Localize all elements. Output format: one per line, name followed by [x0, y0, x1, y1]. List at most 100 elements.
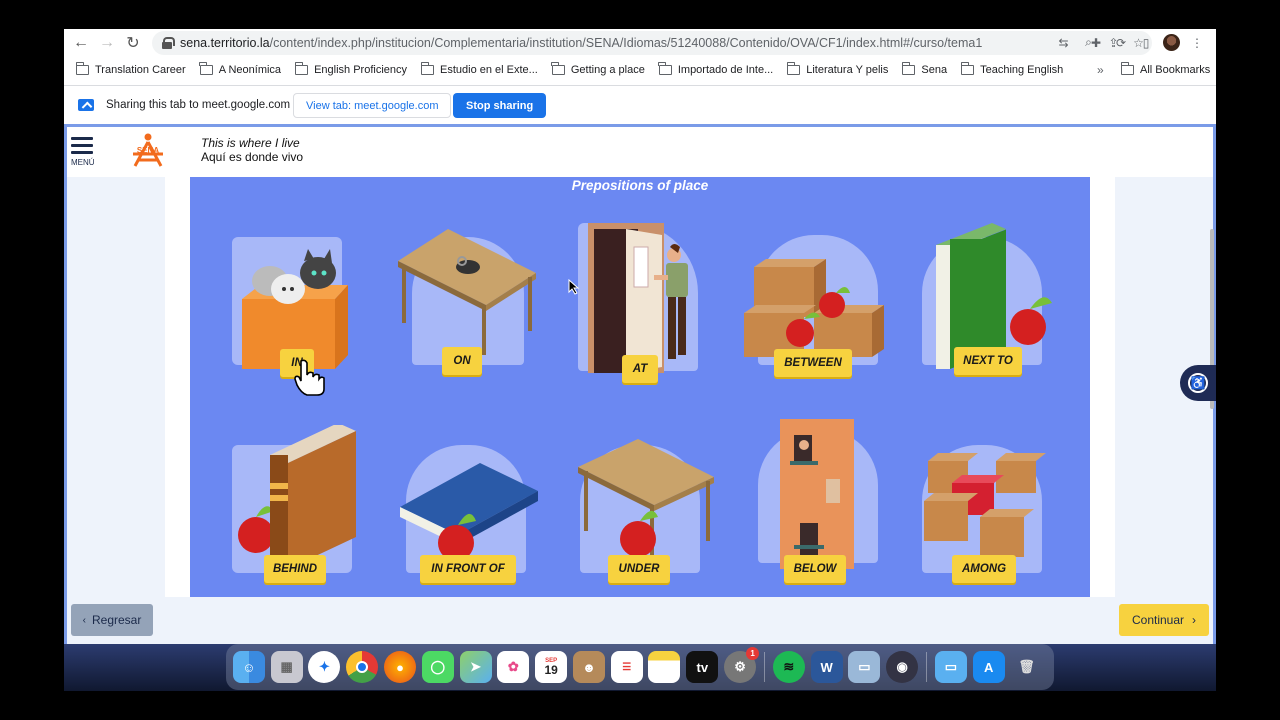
- chrome-icon[interactable]: [346, 651, 379, 683]
- apple-tv-icon[interactable]: tv: [686, 651, 719, 683]
- sharing-status-text: Sharing this tab to meet.google.com: [106, 98, 291, 111]
- browser-toolbar: ← → ↻ sena.territorio.la/content/index.p…: [64, 29, 1216, 56]
- bookmarks-bar: Translation Career A Neonímica English P…: [64, 58, 1216, 82]
- continue-button[interactable]: Continuar ›: [1119, 604, 1209, 636]
- card-next-to[interactable]: NEXT TO: [916, 221, 1052, 375]
- url-host: sena.territorio.la: [180, 36, 270, 50]
- folder-icon: [658, 62, 672, 75]
- photos-icon[interactable]: ✿: [497, 651, 530, 683]
- card-behind[interactable]: BEHIND: [226, 425, 360, 583]
- kebab-menu-icon[interactable]: ⋮: [1189, 35, 1205, 51]
- bookmark-item[interactable]: Getting a place: [551, 62, 645, 76]
- prepositions-panel: Prepositions of place IN ON AT BETWEEN N…: [190, 177, 1090, 597]
- stop-sharing-button[interactable]: Stop sharing: [453, 93, 547, 118]
- bookmark-item[interactable]: Teaching English: [960, 62, 1063, 76]
- dock-separator: [763, 652, 765, 682]
- back-arrow-icon[interactable]: ←: [68, 30, 94, 56]
- word-icon[interactable]: W: [810, 651, 843, 683]
- card-in[interactable]: IN: [226, 225, 360, 377]
- notes-icon[interactable]: [648, 651, 681, 683]
- bookmark-item[interactable]: Literatura Y pelis: [786, 62, 888, 76]
- folder-icon: [294, 62, 309, 75]
- menu-button[interactable]: MENÚ: [71, 137, 101, 167]
- calendar-day: 19: [544, 663, 558, 677]
- bookmark-item[interactable]: Importado de Inte...: [658, 62, 773, 76]
- contacts-icon[interactable]: ☻: [572, 651, 605, 683]
- card-at[interactable]: AT: [574, 217, 708, 383]
- sync-icon[interactable]: ⟳: [1113, 35, 1129, 51]
- reminders-icon[interactable]: ☰: [610, 651, 643, 683]
- accessibility-button[interactable]: ♿: [1180, 365, 1216, 401]
- safari-icon[interactable]: ✦: [308, 651, 341, 683]
- back-button[interactable]: ‹ Regresar: [71, 604, 153, 636]
- url-path: /content/index.php/institucion/Complemen…: [269, 36, 983, 50]
- all-bookmarks[interactable]: All Bookmarks: [1120, 58, 1210, 82]
- folder-icon: [901, 62, 916, 75]
- firefox-icon[interactable]: ●: [384, 651, 417, 683]
- preposition-label: IN FRONT OF: [420, 555, 516, 583]
- bookmark-item[interactable]: Sena: [901, 62, 948, 76]
- messages-icon[interactable]: ◯: [421, 651, 454, 683]
- system-settings-icon[interactable]: ⚙ 1: [724, 647, 760, 683]
- card-on[interactable]: ON: [398, 225, 536, 375]
- app-store-icon[interactable]: A: [972, 651, 1005, 683]
- folder-icon: [75, 62, 89, 75]
- preview-icon[interactable]: ▭: [848, 651, 881, 683]
- translate-icon[interactable]: ⇆: [1056, 35, 1071, 50]
- url-text: sena.territorio.la/content/index.php/ins…: [180, 36, 982, 50]
- profile-avatar[interactable]: [1163, 34, 1180, 51]
- bookmark-item[interactable]: A Neonímica: [199, 62, 282, 76]
- bookmark-label: A Neonímica: [218, 64, 282, 76]
- downloads-folder-icon[interactable]: ▭: [934, 651, 967, 683]
- address-bar[interactable]: sena.territorio.la/content/index.php/ins…: [152, 31, 1152, 55]
- accessibility-icon: ♿: [1188, 373, 1208, 393]
- tab-sharing-bar: Sharing this tab to meet.google.com View…: [64, 85, 1216, 123]
- keys-on-table-illustration: [398, 229, 536, 355]
- menu-label: MENÚ: [71, 158, 95, 167]
- bookmark-label: Translation Career: [95, 64, 186, 76]
- spotify-icon[interactable]: ≋: [772, 651, 805, 683]
- calendar-icon[interactable]: SEP 19: [535, 651, 568, 683]
- folder-icon: [1120, 62, 1134, 75]
- mouse-cursor-icon: [568, 279, 580, 295]
- hand-pointer-icon: [294, 359, 325, 396]
- side-panel-icon[interactable]: ▯: [1138, 35, 1154, 51]
- bookmark-item[interactable]: English Proficiency: [294, 62, 407, 76]
- footer-navigation: ‹ Regresar Continuar ›: [67, 597, 1213, 647]
- preposition-label: AMONG: [952, 555, 1016, 583]
- maps-icon[interactable]: ➤: [459, 651, 492, 683]
- view-tab-button[interactable]: View tab: meet.google.com: [293, 93, 452, 118]
- preposition-label: UNDER: [608, 555, 670, 583]
- card-between[interactable]: BETWEEN: [744, 225, 884, 377]
- card-among[interactable]: AMONG: [916, 425, 1050, 583]
- bookmark-item[interactable]: Translation Career: [75, 62, 186, 76]
- card-in-front-of[interactable]: IN FRONT OF: [400, 425, 538, 583]
- bookmark-item[interactable]: Estudio en el Exte...: [420, 62, 538, 76]
- card-under[interactable]: UNDER: [574, 425, 714, 583]
- course-app: MENÚ SENA This is where I live Aquí es d…: [64, 124, 1216, 647]
- folder-icon: [786, 62, 801, 75]
- forward-arrow-icon[interactable]: →: [94, 30, 120, 56]
- bookmark-label: Sena: [921, 64, 948, 76]
- bookmark-label: Estudio en el Exte...: [440, 64, 538, 76]
- sena-logo: SENA: [133, 133, 163, 167]
- preposition-label: AT: [622, 355, 658, 383]
- trash-icon[interactable]: 🗑: [1011, 651, 1043, 683]
- folder-icon: [199, 62, 213, 75]
- continue-label: Continuar: [1131, 613, 1185, 627]
- panel-title: Prepositions of place: [571, 178, 709, 193]
- bookmark-label: English Proficiency: [314, 64, 407, 76]
- quicktime-icon[interactable]: ◉: [886, 651, 919, 683]
- card-below[interactable]: BELOW: [744, 419, 878, 583]
- apple-under-table-illustration: [578, 439, 714, 563]
- preposition-label: BELOW: [784, 555, 846, 583]
- person-at-door-illustration: [588, 223, 688, 373]
- lesson-title-spanish: Aquí es donde vivo: [201, 150, 304, 164]
- extensions-icon[interactable]: ✚: [1088, 35, 1104, 51]
- launchpad-icon[interactable]: ▦: [270, 651, 303, 683]
- app-header: MENÚ SENA This is where I live Aquí es d…: [67, 127, 1213, 177]
- reload-icon[interactable]: ↻: [120, 30, 146, 56]
- finder-icon[interactable]: ☺: [232, 651, 265, 683]
- apple-tv-label: tv: [696, 659, 709, 675]
- bookmarks-overflow-icon[interactable]: »: [1097, 63, 1104, 77]
